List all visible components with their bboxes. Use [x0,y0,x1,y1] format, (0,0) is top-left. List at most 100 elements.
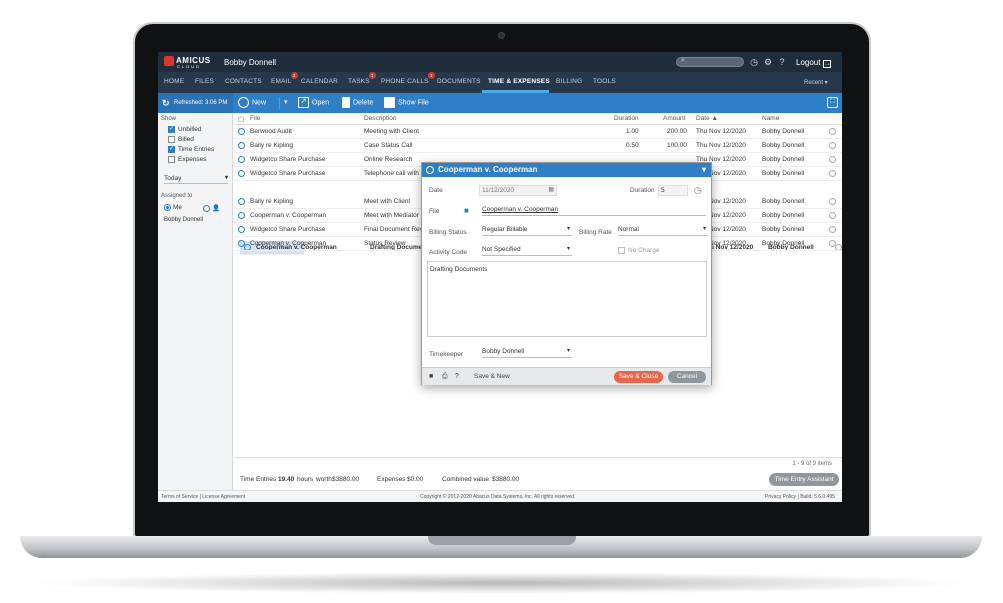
save-and-new-button[interactable]: Save & New [474,373,510,380]
email-count-badge: 3 [290,72,298,79]
nav-documents[interactable]: DOCUMENTS [437,78,481,85]
filter-billed[interactable]: Billed [168,136,194,143]
clock-icon [426,166,434,174]
period-select[interactable]: Today ▾ [164,173,228,184]
dialog-header: Cooperman v. Cooperman ▾ [422,163,711,177]
user-name: Bobby Donnell [224,58,277,67]
dialog-footer: ■ ⎙ ? Save & New Save & Close Cancel [422,367,711,385]
activity-code-label: Activity Code [429,249,467,256]
duration-field[interactable]: 5 [658,185,688,196]
col-date[interactable]: Date ▲ [696,115,718,122]
save-and-close-button[interactable]: Save & Close [614,371,663,383]
refresh-button[interactable]: ↻ Refreshed: 3:06 PM [158,93,233,113]
date-field[interactable]: 11/12/2020 ▦ [479,185,557,196]
date-label: Date [429,187,443,194]
grid-header: ▢ File Description Duration Amount Date … [234,113,842,125]
nav-phone-calls[interactable]: PHONE CALLS 1 [381,72,435,85]
activity-code-select[interactable]: Not Specified ▾ [482,245,572,256]
assigned-person-radio[interactable]: 👤 [203,204,220,212]
nav-contacts[interactable]: CONTACTS [225,78,262,85]
fullscreen-icon[interactable]: ⛶ [827,97,838,108]
grid-pager: 1 - 9 of 9 items [234,457,842,469]
app-screen: AMICUS CLOUD Bobby Donnell ⌕ ◷ ⚙ ? Logout… [158,52,842,502]
folder-icon [384,97,395,108]
nav-calendar[interactable]: CALENDAR [301,78,338,85]
col-name[interactable]: Name [762,115,779,122]
amicus-logo[interactable]: AMICUS CLOUD [164,56,211,69]
page-footer: Terms of Service | License Agreement Cop… [158,490,842,502]
open-button[interactable]: ↗ Open [298,97,329,109]
dialog-title: Cooperman v. Cooperman [438,165,538,174]
col-duration[interactable]: Duration [614,115,639,122]
filter-unbilled[interactable]: ✓ Unbilled [168,126,202,133]
no-charge-checkbox[interactable]: No Charge [618,247,659,254]
webcam [498,32,505,39]
filter-sidebar: Show ✓ Unbilled Billed ✓ Time Entries Expe… [158,113,233,490]
col-amount[interactable]: Amount [663,115,685,122]
folder-icon[interactable]: ■ [464,206,469,215]
copyright: Copyright © 2012-2020 Abacus Data System… [420,494,576,500]
col-description[interactable]: Description [364,115,397,122]
gear-icon[interactable]: ⚙ [763,57,773,67]
timekeeper-label: Timekeeper [429,351,464,358]
refresh-icon: ↻ [162,98,170,108]
summary-bar: Time Entries 19.40 hours worth $3880.00 … [234,470,842,490]
col-file[interactable]: File [250,115,260,122]
notes-textarea[interactable]: Drafting Documents [427,261,707,337]
billing-status-label: Billing Status [429,229,467,236]
table-row[interactable]: Baily re Kipling Case Status Call 0.50 100.… [234,139,842,153]
stopwatch-icon[interactable]: ◷ [694,185,702,196]
search-input[interactable]: ⌕ [676,57,744,67]
person-icon: 👤 [212,205,221,212]
toolbar: ↻ Refreshed: 3:06 PM New ▾ ↗ Open Delete S… [158,93,842,113]
file-field[interactable]: Cooperman v. Cooperman [482,205,706,216]
nav-email[interactable]: EMAIL 3 [271,72,298,85]
collapse-chevron-icon[interactable]: ▾ [702,163,706,177]
nav-tasks[interactable]: TASKS 1 [348,72,376,85]
calendar-icon: ▦ [548,187,554,193]
time-entry-assistant-button[interactable]: Time Entry Assistant [769,473,839,486]
filter-time-entries[interactable]: ✓ Time Entries [168,146,214,153]
logout-button[interactable]: Logout → [796,58,832,68]
help-icon[interactable]: ? [777,57,787,67]
timekeeper-select[interactable]: Bobby Donnell ▾ [482,347,572,358]
timer-icon[interactable]: ◷ [749,57,759,67]
billing-status-select[interactable]: Regular Billable ▾ [482,225,572,236]
table-row[interactable]: Berwood Audit Meeting with Client 1.00 200.… [234,125,842,139]
time-entry-dialog: Cooperman v. Cooperman ▾ Date 11/12/2020… [421,162,712,385]
filter-expenses[interactable]: Expenses [168,156,207,163]
assigned-person-name: Bobby Donnell [164,217,204,223]
nav-files[interactable]: FILES [195,78,214,85]
show-label: Show [161,116,177,122]
laptop-notch [428,536,576,545]
main-nav: HOME FILES CONTACTS EMAIL 3 CALENDAR TASK… [158,72,842,93]
recent-dropdown[interactable]: Recent ▾ [804,79,828,86]
billing-rate-select[interactable]: Normal ▾ [618,225,708,236]
clock-icon [238,97,249,108]
new-dropdown-arrow[interactable]: ▾ [279,97,288,109]
search-icon: ⌕ [681,57,685,64]
tasks-count-badge: 1 [368,72,376,79]
print-icon[interactable]: ⎙ [442,373,448,381]
delete-button[interactable]: Delete [342,97,373,109]
nav-billing[interactable]: BILLING [556,78,582,85]
show-file-button[interactable]: Show File [384,97,429,109]
legal-links[interactable]: Terms of Service | License Agreement [161,494,245,500]
open-icon: ↗ [298,97,309,108]
help-icon[interactable]: ? [455,373,459,380]
nav-time-expenses[interactable]: TIME & EXPENSES [488,78,550,85]
file-label: File [429,208,440,215]
new-button[interactable]: New [238,97,266,109]
trash-icon [342,97,350,108]
cancel-button[interactable]: Cancel [668,371,706,383]
billing-rate-label: Billing Rate [579,229,612,236]
privacy-build[interactable]: Privacy Policy | Build: 5.6.0.495 [765,494,835,500]
laptop-shadow [30,572,973,594]
top-bar: AMICUS CLOUD Bobby Donnell ⌕ ◷ ⚙ ? Logout… [158,52,842,72]
nav-tools[interactable]: TOOLS [593,78,616,85]
trash-icon[interactable]: ■ [429,373,433,380]
calls-count-badge: 1 [427,72,435,79]
assigned-to-label: Assigned to [161,193,193,199]
nav-home[interactable]: HOME [164,78,184,85]
assigned-me-radio[interactable]: Me [164,204,182,211]
